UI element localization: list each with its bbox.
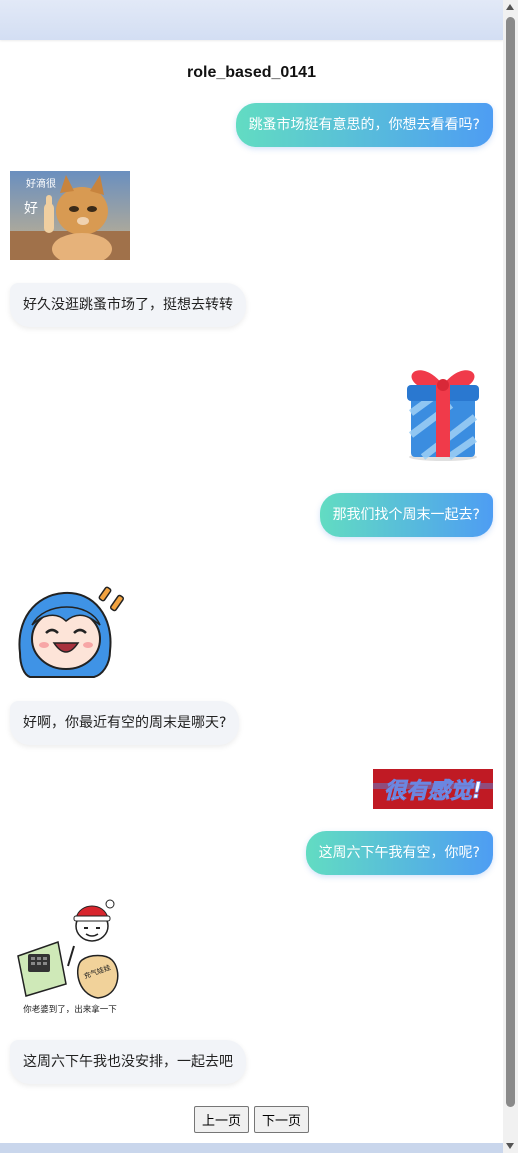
message-bubble-incoming: 这周六下午我也没安排，一起去吧: [10, 1040, 246, 1084]
top-header-bar: [0, 0, 503, 40]
scroll-thumb[interactable]: [506, 17, 515, 1107]
vertical-scrollbar[interactable]: [503, 0, 518, 1153]
delivery-meme-sticker: 充气娃娃 你老婆到了，出来拿一下: [10, 896, 130, 1016]
gift-box-sticker: [393, 353, 493, 463]
chat-container: role_based_0141 跳蚤市场挺有意思的，你想去看看吗? 好滴很 好: [0, 40, 503, 1143]
hen-you-gan-jue-sticker: 很有感觉!: [373, 769, 493, 809]
bottom-bar: [0, 1143, 503, 1153]
cat-thumbs-up-sticker: 好滴很 好: [10, 171, 130, 265]
message-bubble-incoming: 好啊，你最近有空的周末是哪天?: [10, 701, 240, 745]
message-bubble-outgoing: 这周六下午我有空，你呢?: [305, 831, 493, 875]
message-bubble-outgoing: 那我们找个周末一起去?: [319, 493, 493, 537]
scroll-up-arrow-icon[interactable]: [506, 4, 514, 10]
next-page-button[interactable]: 下一页: [254, 1106, 310, 1133]
sticker-caption-top: 好滴很: [26, 177, 56, 190]
sticker-caption: 你老婆到了，出来拿一下: [23, 1004, 117, 1015]
scroll-down-arrow-icon[interactable]: [506, 1143, 514, 1149]
anime-girl-laughing-sticker: [10, 581, 130, 681]
prev-page-button[interactable]: 上一页: [193, 1106, 249, 1133]
pagination: 上一页 下一页: [0, 1106, 503, 1133]
page-title: role_based_0141: [187, 64, 316, 81]
message-bubble-outgoing: 跳蚤市场挺有意思的，你想去看看吗?: [235, 103, 493, 147]
message-bubble-incoming: 好久没逛跳蚤市场了，挺想去转转: [10, 283, 246, 327]
sticker-caption-side: 好: [24, 201, 38, 217]
sticker-caption: 很有感觉!: [384, 779, 482, 804]
